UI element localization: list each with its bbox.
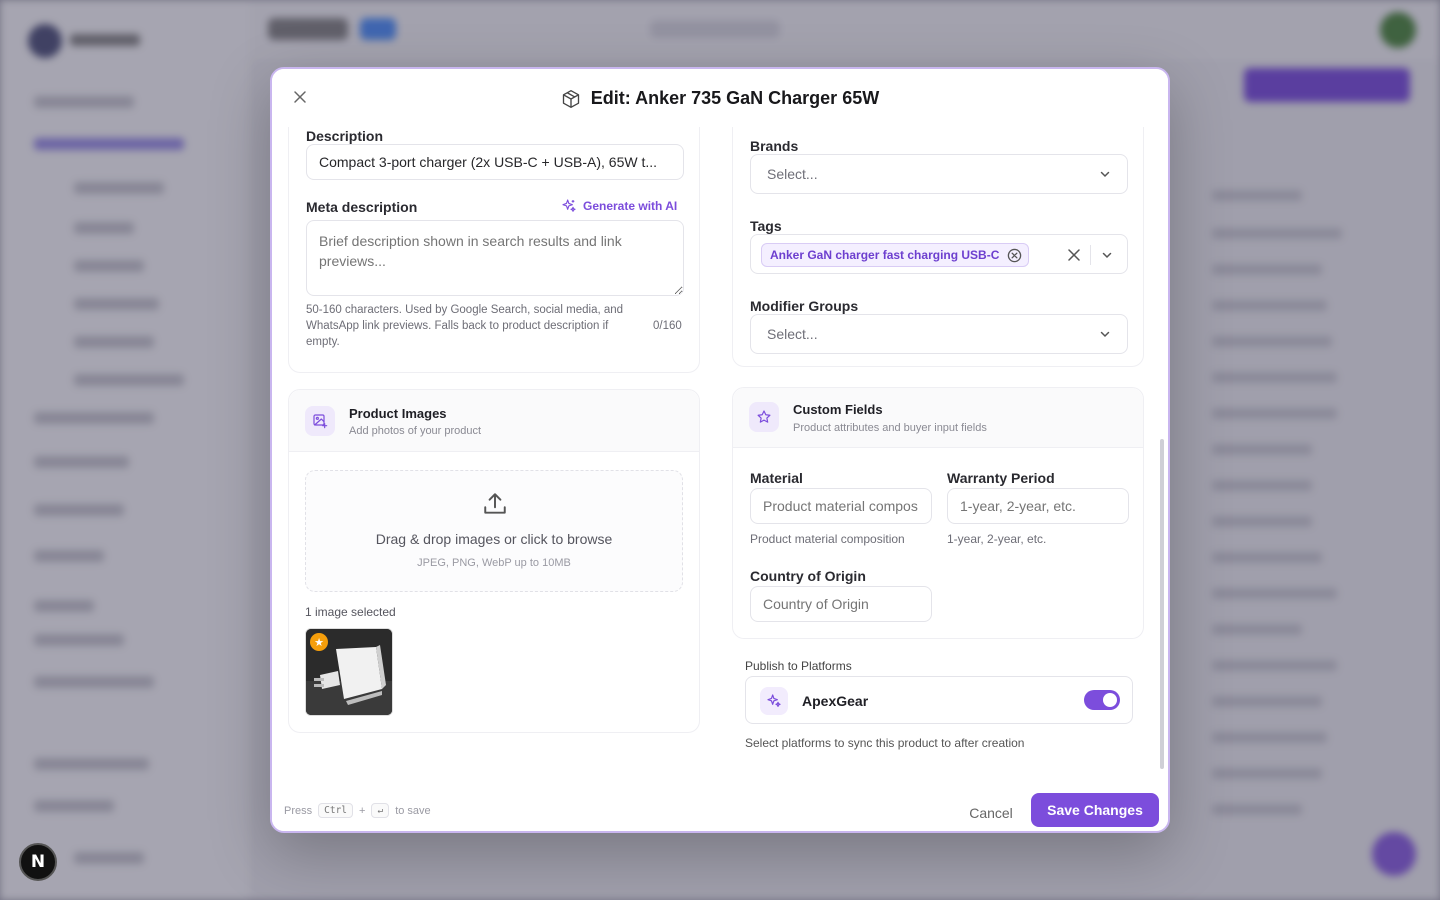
cancel-button[interactable]: Cancel bbox=[958, 801, 1024, 825]
image-dropzone[interactable]: Drag & drop images or click to browse JP… bbox=[305, 470, 683, 592]
description-input[interactable]: Compact 3-port charger (2x USB-C + USB-A… bbox=[306, 144, 684, 180]
product-images-header: Product Images Add photos of your produc… bbox=[289, 390, 699, 452]
modifier-groups-value: Select... bbox=[767, 326, 818, 342]
origin-label: Country of Origin bbox=[750, 568, 866, 584]
custom-fields-title: Custom Fields bbox=[793, 402, 883, 417]
tags-multiselect[interactable]: Anker GaN charger fast charging USB-C bbox=[750, 234, 1128, 274]
modal-header: Edit: Anker 735 GaN Charger 65W bbox=[272, 69, 1168, 127]
publish-hint: Select platforms to sync this product to… bbox=[745, 736, 1025, 750]
to-save-text: to save bbox=[395, 804, 431, 817]
clear-tags-icon[interactable] bbox=[1067, 248, 1081, 262]
meta-description-hint: 50-160 characters. Used by Google Search… bbox=[306, 304, 624, 348]
modifier-groups-select[interactable]: Select... bbox=[750, 314, 1128, 354]
generate-ai-button[interactable]: Generate with AI bbox=[561, 198, 677, 214]
tags-divider bbox=[1090, 245, 1091, 265]
brands-label: Brands bbox=[750, 138, 799, 154]
meta-description-counter: 0/160 bbox=[653, 320, 682, 332]
sparkle-icon bbox=[760, 687, 788, 715]
tag-chip-label: Anker GaN charger fast charging USB-C bbox=[770, 248, 1000, 262]
generate-ai-label: Generate with AI bbox=[583, 199, 678, 213]
scrollbar-thumb[interactable] bbox=[1160, 439, 1164, 769]
tag-chip: Anker GaN charger fast charging USB-C bbox=[761, 243, 1030, 267]
origin-input[interactable] bbox=[750, 586, 932, 622]
product-image-thumbnail[interactable]: ★ bbox=[305, 628, 393, 716]
platform-toggle[interactable] bbox=[1084, 690, 1120, 710]
brands-select[interactable]: Select... bbox=[750, 154, 1128, 194]
enter-key-icon: ↵ bbox=[371, 803, 390, 818]
material-input[interactable] bbox=[750, 488, 932, 524]
save-changes-button[interactable]: Save Changes bbox=[1031, 793, 1159, 827]
images-selected-count: 1 image selected bbox=[305, 605, 396, 619]
material-hint: Product material composition bbox=[750, 532, 905, 546]
star-icon: ★ bbox=[310, 633, 328, 651]
dropzone-formats: JPEG, PNG, WebP up to 10MB bbox=[417, 557, 571, 569]
product-images-title: Product Images bbox=[349, 406, 447, 421]
modal-footer: Press Ctrl + ↵ to save Cancel Save Chang… bbox=[272, 773, 1168, 831]
product-images-subtitle: Add photos of your product bbox=[349, 425, 482, 437]
box-icon bbox=[562, 89, 579, 108]
ctrl-key: Ctrl bbox=[318, 803, 354, 818]
meta-description-label: Meta description bbox=[306, 199, 418, 215]
dev-tools-badge-letter: N bbox=[30, 852, 46, 872]
toggle-knob bbox=[1103, 693, 1117, 707]
description-label: Description bbox=[306, 128, 384, 144]
modal-scroll-content[interactable]: Description Compact 3-port charger (2x U… bbox=[272, 127, 1168, 777]
press-text: Press bbox=[284, 804, 313, 817]
keyboard-shortcut-hint: Press Ctrl + ↵ to save bbox=[284, 803, 431, 818]
chevron-down-icon bbox=[1100, 331, 1110, 338]
dropzone-text: Drag & drop images or click to browse bbox=[375, 531, 613, 547]
dev-tools-badge[interactable]: N bbox=[19, 843, 57, 881]
modal-title-group: Edit: Anker 735 GaN Charger 65W bbox=[272, 88, 1168, 109]
modal-scrollbar[interactable] bbox=[1160, 129, 1164, 779]
custom-fields-subtitle: Product attributes and buyer input field… bbox=[793, 422, 987, 434]
platform-item-apexgear[interactable]: ApexGear bbox=[745, 676, 1133, 724]
basic-info-card: Description Compact 3-port charger (2x U… bbox=[288, 127, 700, 373]
organization-card: Brands Select... Tags Anker GaN charger … bbox=[732, 127, 1144, 367]
modifier-groups-label: Modifier Groups bbox=[750, 298, 859, 314]
custom-fields-card: Custom Fields Product attributes and buy… bbox=[732, 387, 1144, 639]
custom-fields-header: Custom Fields Product attributes and buy… bbox=[733, 388, 1143, 448]
edit-product-modal: Edit: Anker 735 GaN Charger 65W Descript… bbox=[270, 67, 1170, 833]
warranty-input[interactable] bbox=[947, 488, 1129, 524]
modal-title: Edit: Anker 735 GaN Charger 65W bbox=[590, 88, 880, 108]
platform-name: ApexGear bbox=[802, 693, 869, 709]
plus-text: + bbox=[359, 804, 366, 817]
upload-icon bbox=[484, 493, 506, 514]
remove-tag-icon[interactable] bbox=[1007, 248, 1022, 263]
chevron-down-icon[interactable] bbox=[1101, 249, 1113, 261]
sparkle-icon bbox=[562, 199, 576, 212]
material-label: Material bbox=[750, 470, 803, 486]
warranty-label: Warranty Period bbox=[947, 470, 1055, 486]
image-plus-icon bbox=[305, 406, 335, 436]
publish-label: Publish to Platforms bbox=[745, 659, 852, 673]
chevron-down-icon bbox=[1100, 171, 1110, 178]
warranty-hint: 1-year, 2-year, etc. bbox=[947, 532, 1047, 546]
star-outline-icon bbox=[749, 402, 779, 432]
tags-label: Tags bbox=[750, 218, 782, 234]
product-images-card: Product Images Add photos of your produc… bbox=[288, 389, 700, 733]
meta-description-textarea[interactable] bbox=[306, 220, 684, 296]
brands-select-value: Select... bbox=[767, 166, 818, 182]
